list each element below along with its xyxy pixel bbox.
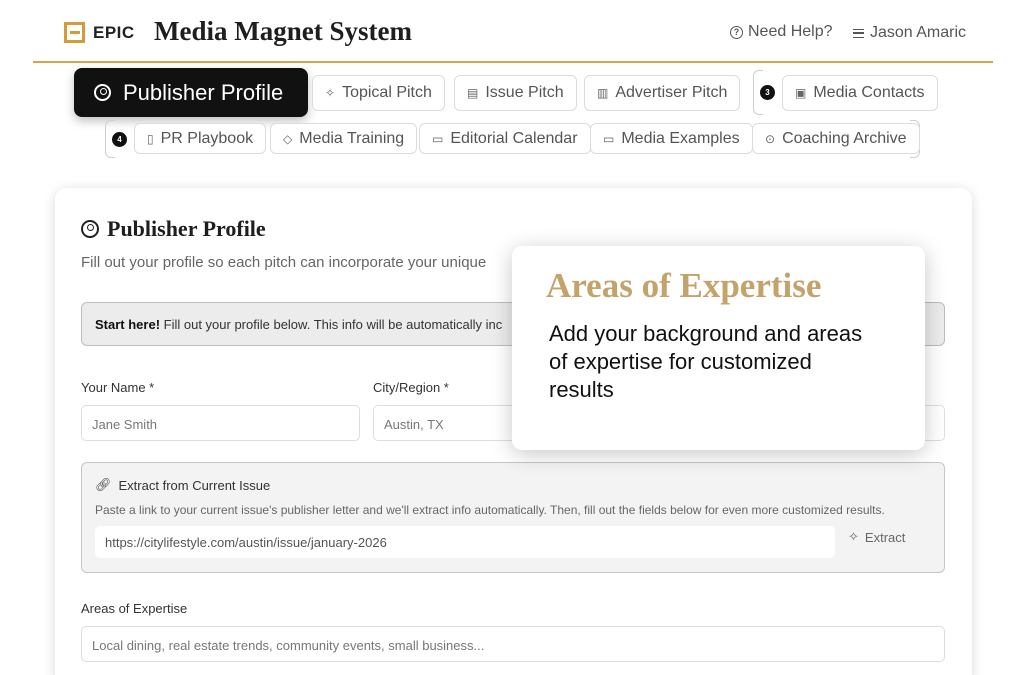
user-circle-icon <box>81 220 99 238</box>
header-divider <box>33 61 993 63</box>
tab-publisher-profile[interactable]: Publisher Profile <box>74 68 308 117</box>
user-circle-icon <box>94 84 111 101</box>
building-icon: ▥ <box>597 86 609 100</box>
logo-text: EPIC <box>93 22 135 42</box>
extract-button-label: Extract <box>864 529 906 545</box>
question-icon: ? <box>730 25 743 39</box>
graduation-cap-icon: ◇ <box>283 131 293 146</box>
tooltip-body: Add your background and areas of experti… <box>549 321 863 402</box>
epic-logo[interactable]: EPIC <box>64 22 135 43</box>
tab-advertiser-pitch[interactable]: ▥ Advertiser Pitch <box>584 75 741 111</box>
expertise-label: Areas of Expertise <box>81 601 188 616</box>
tab-editorial-calendar[interactable]: ▭ Editorial Calendar <box>419 123 591 154</box>
tab-label: Media Training <box>299 129 405 147</box>
link-icon: 🔗︎ <box>95 477 112 492</box>
tab-media-contacts[interactable]: ▣ Media Contacts <box>782 75 938 111</box>
extract-description: Paste a link to your current issue's pub… <box>95 503 885 517</box>
tab-pr-playbook[interactable]: ▯ PR Playbook <box>134 123 267 154</box>
group-badge-3: 3 <box>760 85 775 100</box>
card-title: Publisher Profile <box>81 216 266 242</box>
app-header: EPIC Media Magnet System ? Need Help? Ja… <box>0 0 1024 62</box>
tab-topical-pitch[interactable]: ✧ Topical Pitch <box>312 75 445 111</box>
menu-icon <box>853 28 864 38</box>
extract-title-text: Extract from Current Issue <box>118 477 271 493</box>
epic-logo-icon <box>64 22 85 43</box>
sparkle-icon: ✧ <box>325 86 336 100</box>
user-menu[interactable]: Jason Amaric <box>853 24 966 42</box>
tab-label: Editorial Calendar <box>450 129 578 147</box>
calendar-icon: ▭ <box>432 131 444 146</box>
user-name: Jason Amaric <box>870 24 967 41</box>
expertise-input[interactable]: Local dining, real estate trends, commun… <box>81 626 945 662</box>
tab-label: Issue Pitch <box>485 84 564 101</box>
card-subtitle: Fill out your profile so each pitch can … <box>81 254 487 271</box>
need-help-label: Need Help? <box>748 23 833 40</box>
contact-card-icon: ▣ <box>795 86 807 100</box>
tab-label: Topical Pitch <box>342 84 432 101</box>
play-circle-icon: ⊙ <box>765 131 776 146</box>
app-title: Media Magnet System <box>154 16 412 46</box>
extract-title: 🔗︎ Extract from Current Issue <box>95 477 270 493</box>
tab-coaching-archive[interactable]: ⊙ Coaching Archive <box>752 123 920 154</box>
newspaper-icon: ▤ <box>467 86 479 100</box>
issue-url-input[interactable]: https://citylifestyle.com/austin/issue/j… <box>95 526 835 558</box>
name-input[interactable]: Jane Smith <box>81 405 360 441</box>
group-badge-4: 4 <box>112 132 127 147</box>
card-title-text: Publisher Profile <box>107 216 266 241</box>
tab-label: Coaching Archive <box>782 129 907 147</box>
tab-label: PR Playbook <box>160 129 254 147</box>
notice-bold: Start here! <box>95 317 161 332</box>
tab-label: Advertiser Pitch <box>615 84 728 101</box>
tab-label: Publisher Profile <box>123 79 284 105</box>
city-label: City/Region * <box>373 380 449 395</box>
need-help-link[interactable]: ? Need Help? <box>730 23 833 41</box>
sparkle-icon: ✧ <box>848 529 859 544</box>
book-icon: ▯ <box>147 131 154 146</box>
tab-label: Media Examples <box>621 129 740 147</box>
tab-issue-pitch[interactable]: ▤ Issue Pitch <box>454 75 577 111</box>
video-icon: ▭ <box>603 131 615 146</box>
tab-label: Media Contacts <box>813 84 925 101</box>
tooltip-title: Areas of Expertise <box>546 266 822 305</box>
tab-media-examples[interactable]: ▭ Media Examples <box>590 123 753 154</box>
tab-media-training[interactable]: ◇ Media Training <box>270 123 418 154</box>
extract-button[interactable]: ✧ Extract <box>848 529 905 545</box>
notice-text: Fill out your profile below. This info w… <box>160 317 503 332</box>
name-label: Your Name * <box>81 380 155 395</box>
